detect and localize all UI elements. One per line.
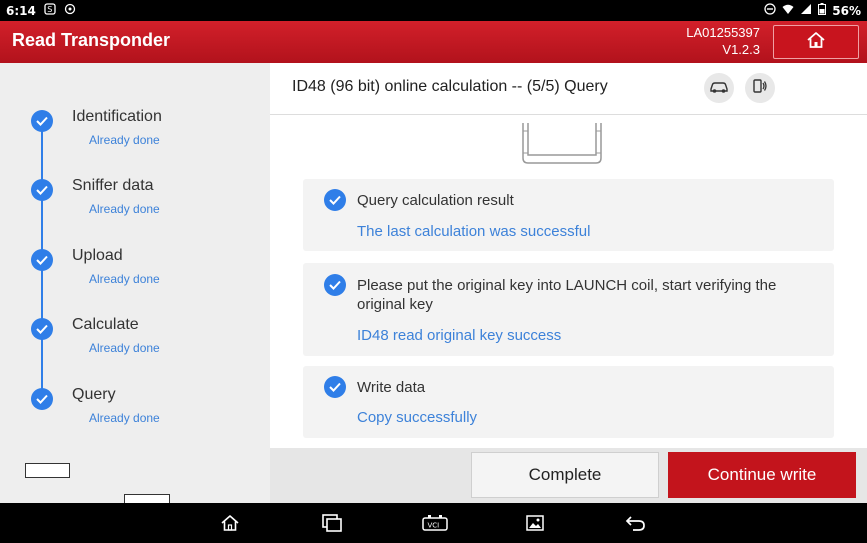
- steps-sidebar: Identification Already done Sniffer data…: [0, 63, 270, 509]
- coil-illustration: [522, 123, 602, 165]
- check-icon: [31, 318, 53, 340]
- svg-text:S: S: [47, 5, 52, 14]
- step-sniffer-data: Sniffer data Already done: [0, 177, 270, 239]
- version-label: V1.2.3: [722, 42, 760, 57]
- step-calculate: Calculate Already done: [0, 316, 270, 378]
- status-bar: 6:14 S 56%: [0, 0, 867, 21]
- home-button[interactable]: [773, 25, 859, 59]
- check-icon: [31, 249, 53, 271]
- card-result: ID48 read original key success: [357, 327, 562, 344]
- main-panel: ID48 (96 bit) online calculation -- (5/5…: [270, 63, 867, 448]
- recents-icon[interactable]: [320, 512, 344, 534]
- step-label: Query: [72, 386, 116, 403]
- home-icon[interactable]: [218, 512, 242, 534]
- check-icon: [31, 110, 53, 132]
- result-card: Query calculation result The last calcul…: [303, 179, 834, 251]
- serial-number: LA01255397: [686, 25, 760, 40]
- complete-button[interactable]: Complete: [471, 452, 659, 498]
- app-window: 6:14 S 56% Read Transponder LA01255397 V…: [0, 0, 867, 543]
- step-label: Upload: [72, 247, 123, 264]
- car-button[interactable]: [704, 73, 734, 103]
- card-result: The last calculation was successful: [357, 223, 591, 240]
- signal-icon: [800, 3, 812, 18]
- dnd-icon: [764, 3, 776, 18]
- check-icon: [324, 376, 346, 398]
- result-card: Write data Copy successfully: [303, 366, 834, 438]
- step-label: Calculate: [72, 316, 139, 333]
- screenshot-icon[interactable]: [523, 512, 547, 534]
- check-icon: [324, 189, 346, 211]
- vci-button[interactable]: [745, 73, 775, 103]
- step-label: Identification: [72, 108, 162, 125]
- step-label: Sniffer data: [72, 177, 154, 194]
- battery-percent: 56%: [832, 3, 861, 18]
- battery-icon: [818, 3, 827, 18]
- continue-write-button[interactable]: Continue write: [668, 452, 856, 498]
- step-status: Already done: [89, 411, 160, 425]
- car-icon: [709, 79, 729, 98]
- svg-text:VCI: VCI: [428, 521, 440, 529]
- card-text: Write data: [357, 379, 426, 396]
- step-identification: Identification Already done: [0, 108, 270, 170]
- back-icon[interactable]: [624, 512, 648, 534]
- step-status: Already done: [89, 272, 160, 286]
- notification-s-icon: S: [44, 3, 56, 18]
- check-icon: [324, 274, 346, 296]
- sync-icon: [64, 3, 76, 18]
- step-query: Query Already done: [0, 386, 270, 448]
- card-text: Please put the original key into LAUNCH …: [357, 277, 777, 313]
- action-footer: Complete Continue write: [270, 448, 867, 503]
- vci-plug-icon: [752, 78, 768, 98]
- main-title: ID48 (96 bit) online calculation -- (5/5…: [292, 78, 608, 95]
- card-text: Query calculation result: [357, 192, 514, 209]
- status-time: 6:14: [6, 3, 36, 18]
- step-status: Already done: [89, 202, 160, 216]
- device-info: LA01255397 V1.2.3: [640, 24, 760, 58]
- check-icon: [31, 179, 53, 201]
- check-icon: [31, 388, 53, 410]
- system-nav-bar: VCI: [0, 503, 867, 543]
- step-upload: Upload Already done: [0, 247, 270, 309]
- wifi-icon: [782, 3, 794, 18]
- step-status: Already done: [89, 133, 160, 147]
- page-title: Read Transponder: [12, 30, 171, 50]
- main-header: ID48 (96 bit) online calculation -- (5/5…: [270, 63, 867, 115]
- home-icon: [806, 31, 826, 53]
- step-status: Already done: [89, 341, 160, 355]
- result-card: Please put the original key into LAUNCH …: [303, 263, 834, 356]
- vci-icon[interactable]: VCI: [421, 512, 449, 534]
- app-header: Read Transponder LA01255397 V1.2.3: [0, 21, 867, 63]
- empty-box: [25, 463, 70, 478]
- card-result: Copy successfully: [357, 409, 478, 426]
